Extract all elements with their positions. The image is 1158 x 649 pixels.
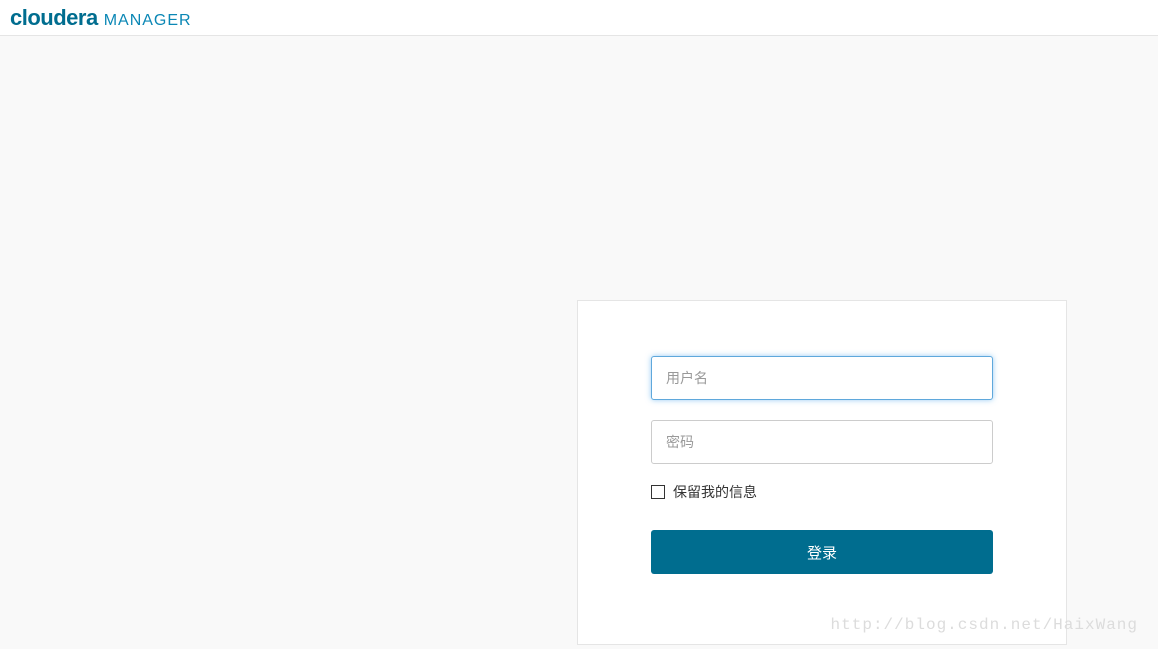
logo-brand-text: cloudera bbox=[10, 5, 98, 31]
remember-me-row: 保留我的信息 bbox=[651, 482, 993, 502]
username-input[interactable] bbox=[651, 356, 993, 400]
login-card: 保留我的信息 登录 bbox=[577, 300, 1067, 645]
remember-me-checkbox[interactable] bbox=[651, 485, 665, 499]
logo-product-text: MANAGER bbox=[104, 12, 192, 30]
password-input[interactable] bbox=[651, 420, 993, 464]
app-header: cloudera MANAGER bbox=[0, 0, 1158, 36]
remember-me-label[interactable]: 保留我的信息 bbox=[673, 482, 757, 502]
brand-logo: cloudera MANAGER bbox=[10, 5, 192, 31]
login-button[interactable]: 登录 bbox=[651, 530, 993, 574]
